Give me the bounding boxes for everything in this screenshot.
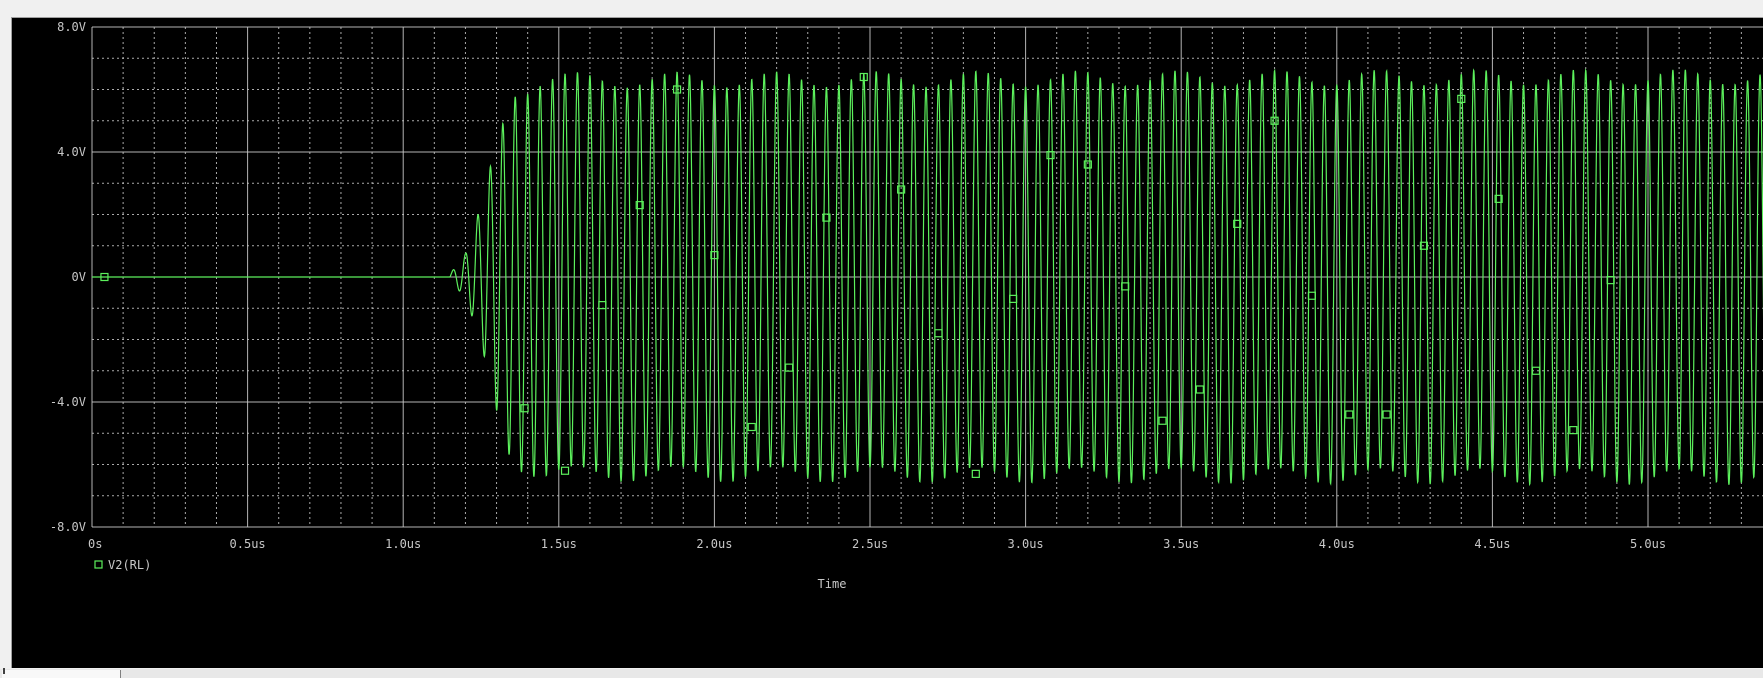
x-tick-label: 1.0us [385,537,421,551]
x-tick-label: 4.0us [1319,537,1355,551]
x-tick-label: 2.0us [696,537,732,551]
x-tick-label: 0.5us [230,537,266,551]
x-tick-label: 2.5us [852,537,888,551]
x-tick-label: 4.5us [1474,537,1510,551]
y-tick-label: 0V [72,270,86,284]
x-axis-title: Time [818,577,847,591]
x-tick-label: 0s [88,537,102,551]
status-tab[interactable] [2,670,121,678]
y-tick-label: 4.0V [57,145,86,159]
x-tick-label: 1.5us [541,537,577,551]
resize-grip-icon [3,668,5,674]
legend-label-v2-rl: V2(RL) [108,558,151,572]
probe-plot-window[interactable]: 8.0V 4.0V 0V -4.0V -8.0V 0s 0.5us 1.0us 1.5us 2.… [11,17,1763,668]
x-tick-label: 3.5us [1163,537,1199,551]
y-tick-label: 8.0V [57,20,86,34]
y-tick-label: -4.0V [50,395,86,409]
status-strip [0,669,1763,678]
x-tick-label: 5.0us [1630,537,1666,551]
waveform-plot[interactable]: 8.0V 4.0V 0V -4.0V -8.0V 0s 0.5us 1.0us 1.5us 2.… [12,18,1763,668]
x-tick-label: 3.0us [1008,537,1044,551]
y-tick-label: -8.0V [50,520,86,534]
